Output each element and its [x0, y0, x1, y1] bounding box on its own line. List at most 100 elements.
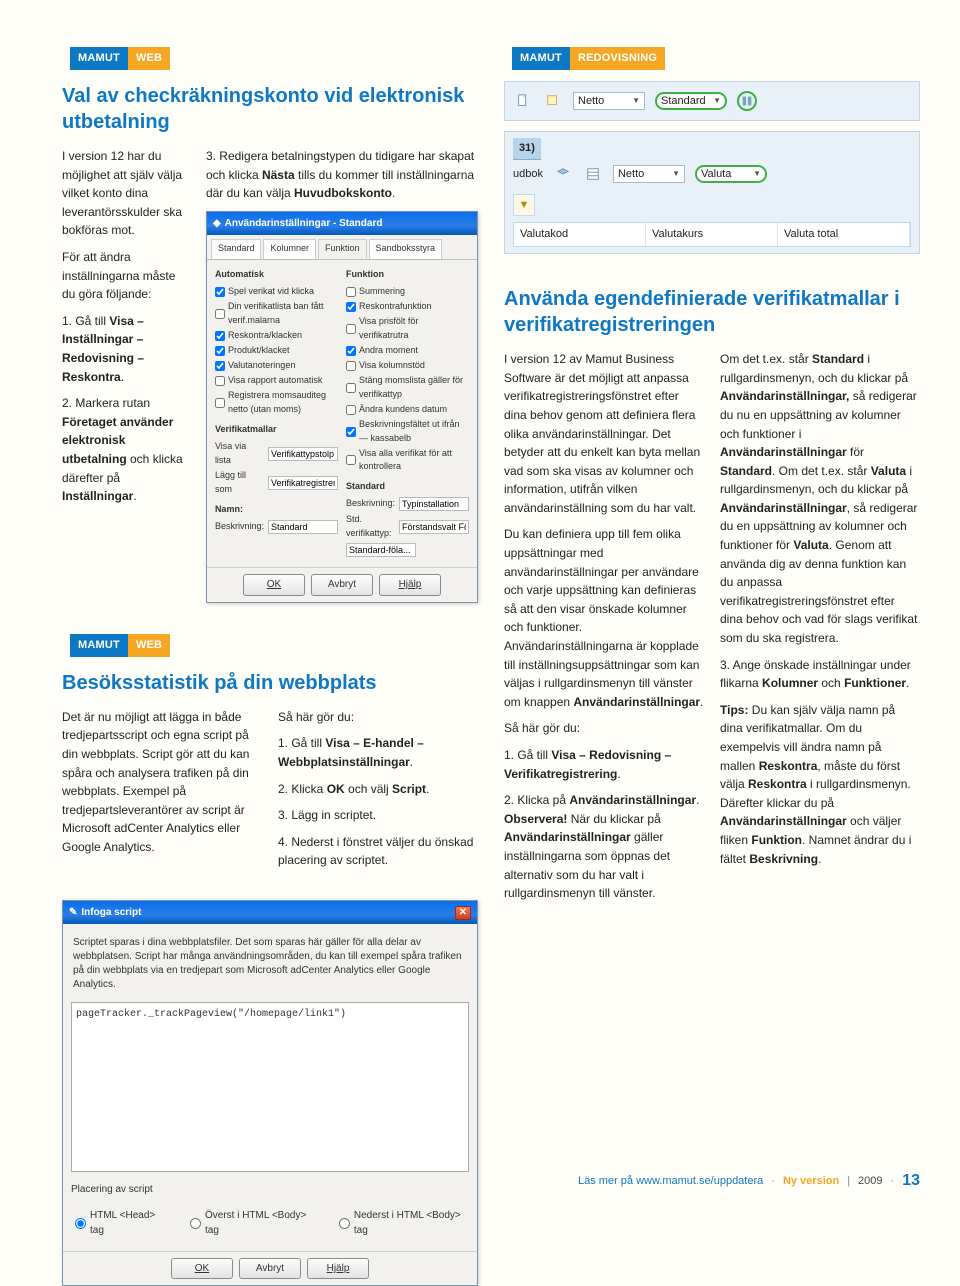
cancel-button[interactable]: Avbryt — [311, 574, 373, 596]
tab-kolumner[interactable]: Kolumner — [263, 239, 316, 259]
section2-col1: Det är nu möjligt att lägga in både tred… — [62, 708, 262, 878]
dialog-titlebar[interactable]: ◆ Användarinställningar - Standard — [207, 212, 477, 236]
script-titlebar[interactable]: ✎ Infoga script ✕ — [63, 901, 477, 925]
placement-label: Placering av script — [71, 1182, 469, 1198]
section-tag: MAMUTWEB — [62, 44, 178, 73]
std-row3 — [346, 543, 469, 557]
r-p2: Du kan definiera upp till fem olika upps… — [504, 525, 704, 711]
s1-lead: För att ändra inställningarna måste du g… — [62, 248, 190, 304]
verif-label: Verifikatmallar — [215, 423, 338, 437]
script-dialog[interactable]: ✎ Infoga script ✕ Scriptet sparas i dina… — [62, 900, 478, 1286]
s1-step1: 1. Gå till Visa – Inställningar – Redovi… — [62, 312, 190, 386]
chevron-down-icon: ▼ — [672, 168, 680, 180]
std-row1: Beskrivning: — [346, 497, 469, 511]
rchk-2[interactable]: Visa prisfölt för verifikatrutra — [346, 315, 469, 343]
chk-3[interactable]: Produkt/klacket — [215, 344, 338, 358]
chk-2[interactable]: Reskontra/klacken — [215, 329, 338, 343]
script-buttons: OK Avbryt Hjälp — [63, 1251, 477, 1286]
tab-sandbox[interactable]: Sandboksstyra — [369, 239, 443, 259]
script-icon: ✎ — [69, 905, 77, 921]
radio-body-top[interactable]: Överst i HTML <Body> tag — [190, 1208, 315, 1239]
select-valuta[interactable]: Valuta▼ — [695, 165, 767, 183]
close-icon[interactable]: ✕ — [455, 906, 471, 920]
radio-body-bottom[interactable]: Nederst i HTML <Body> tag — [339, 1208, 469, 1239]
right-tag: MAMUTREDOVISNING — [504, 44, 920, 73]
s1-step3: 3. Redigera betalningstypen du tidigare … — [206, 147, 478, 203]
namn-label: Namn: — [215, 503, 338, 517]
dialog-buttons: OK Avbryt Hjälp — [207, 567, 477, 602]
tag-brand: MAMUT — [70, 47, 128, 70]
select-netto-2[interactable]: Netto▼ — [613, 165, 685, 183]
right-col1: I version 12 av Mamut Business Software … — [504, 350, 704, 1178]
verif-row1: Visa via lista — [215, 440, 338, 468]
dropdown-icon[interactable]: ▼ — [513, 194, 535, 216]
radio-head[interactable]: HTML <Head> tag — [75, 1208, 166, 1239]
page-footer: Läs mer på www.mamut.se/uppdatera · Ny v… — [578, 1169, 920, 1194]
grid-icon[interactable] — [583, 164, 603, 184]
std-row2: Std. verifikattyp: — [346, 513, 469, 541]
script-ok-button[interactable]: OK — [171, 1258, 233, 1280]
footer-link: Läs mer på www.mamut.se/uppdatera — [578, 1173, 763, 1190]
section1-title: Val av checkräkningskonto vid elektronis… — [62, 83, 478, 135]
tab-standard[interactable]: Standard — [211, 239, 262, 259]
r-s2: 2. Klicka på Användarinställningar. Obse… — [504, 791, 704, 903]
settings-dialog[interactable]: ◆ Användarinställningar - Standard Stand… — [206, 211, 478, 603]
s2-step1: 1. Gå till Visa – E-handel – Webbplatsin… — [278, 734, 478, 771]
rchk-0[interactable]: Summering — [346, 285, 469, 299]
udbok-label: udbok — [513, 166, 543, 183]
th-valutatotal: Valuta total — [778, 223, 910, 246]
rchk-4[interactable]: Visa kolumnstöd — [346, 359, 469, 373]
section2-col2: Så här gör du: 1. Gå till Visa – E-hande… — [278, 708, 478, 878]
right-col2: Om det t.ex. står Standard i rullgardins… — [720, 350, 920, 1178]
tab-funktion[interactable]: Funktion — [318, 239, 367, 259]
chk-0[interactable]: Spel verikat vid klicka — [215, 285, 338, 299]
chevron-down-icon: ▼ — [713, 95, 721, 107]
note-icon[interactable] — [543, 91, 563, 111]
s2-step3: 3. Lägg in scriptet. — [278, 806, 478, 825]
rchk-7[interactable]: Beskrivningsfältet ut ifrån — kassabelb — [346, 418, 469, 446]
footer-year: 2009 — [858, 1173, 882, 1190]
section2-tag: MAMUTWEB — [62, 631, 178, 660]
namn-row: Beskrivning: — [215, 520, 338, 534]
rchk-5[interactable]: Stäng momslista gäller för verifikattyp — [346, 374, 469, 402]
verif-row2: Lägg till som — [215, 469, 338, 497]
section1-col1: I version 12 har du möjlighet att själv … — [62, 147, 190, 603]
chk-6[interactable]: Registrera momsauditeg netto (utan moms) — [215, 389, 338, 417]
select-standard[interactable]: Standard▼ — [655, 92, 727, 110]
rchk-6[interactable]: Ändra kundens datum — [346, 403, 469, 417]
script-desc: Scriptet sparas i dina webbplatsfiler. D… — [71, 932, 469, 1002]
select-netto-1[interactable]: Netto▼ — [573, 92, 645, 110]
ok-button[interactable]: OK — [243, 574, 305, 596]
new-doc-icon[interactable] — [513, 91, 533, 111]
chk-5[interactable]: Visa rapport automatisk — [215, 374, 338, 388]
script-cancel-button[interactable]: Avbryt — [239, 1258, 301, 1280]
tag-topic: WEB — [128, 47, 170, 70]
th-valutakurs: Valutakurs — [646, 223, 778, 246]
rchk-1[interactable]: Reskontrafunktion — [346, 300, 469, 314]
toolbar-snippet-2: 31) udbok Netto▼ Valuta▼ ▼ Valutakod Val… — [504, 131, 920, 254]
section1-col2: 3. Redigera betalningstypen du tidigare … — [206, 147, 478, 603]
settings-icon[interactable] — [737, 91, 757, 111]
r2-s3: 3. Ange önskade inställningar under flik… — [720, 656, 920, 693]
th-valutakod: Valutakod — [514, 223, 646, 246]
radio-row: HTML <Head> tag Överst i HTML <Body> tag… — [71, 1198, 469, 1243]
script-textarea[interactable]: pageTracker._trackPageview("/homepage/li… — [71, 1002, 469, 1172]
chevron-down-icon: ▼ — [753, 168, 761, 180]
rchk-8[interactable]: Visa alla verifikat för att kontrollera — [346, 447, 469, 475]
chk-4[interactable]: Valutanoteringen — [215, 359, 338, 373]
r-s1: 1. Gå till Visa – Redovisning – Verifika… — [504, 746, 704, 783]
layers-icon[interactable] — [553, 164, 573, 184]
page-number: 13 — [902, 1169, 920, 1194]
script-help-button[interactable]: Hjälp — [307, 1258, 369, 1280]
rchk-3[interactable]: Andra moment — [346, 344, 469, 358]
r2-tips: Tips: Du kan själv välja namn på dina ve… — [720, 701, 920, 868]
dialog-tabs[interactable]: Standard Kolumner Funktion Sandboksstyra — [207, 235, 477, 260]
right-title: Använda egendefinierade verifikatmallar … — [504, 286, 920, 338]
chk-1[interactable]: Din verifikatlista ban fått verif.malarn… — [215, 300, 338, 328]
s2-step4: 4. Nederst i fönstret väljer du önskad p… — [278, 833, 478, 870]
window-icon: ◆ — [213, 216, 221, 232]
r2-p1: Om det t.ex. står Standard i rullgardins… — [720, 350, 920, 648]
chevron-down-icon: ▼ — [632, 95, 640, 107]
help-button[interactable]: Hjälp — [379, 574, 441, 596]
s1-step2: 2. Markera rutan Företaget använder elek… — [62, 394, 190, 506]
